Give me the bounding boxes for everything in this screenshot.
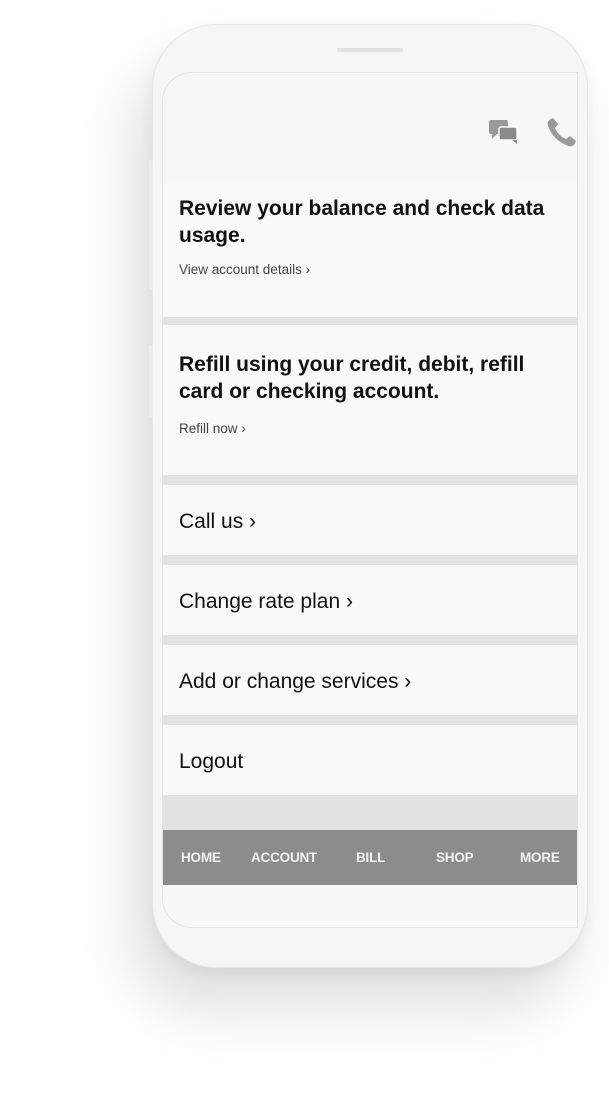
bottom-tab-bar: HOME ACCOUNT BILL SHOP MORE: [163, 830, 577, 885]
balance-card-title: Review your balance and check data usage…: [179, 197, 545, 247]
divider: [163, 635, 577, 645]
change-rate-plan-label: Change rate plan ›: [179, 590, 353, 613]
change-rate-plan-row[interactable]: Change rate plan ›: [163, 565, 577, 635]
power-button: [149, 345, 153, 417]
tab-account[interactable]: ACCOUNT: [251, 850, 317, 865]
phone-icon[interactable]: [544, 117, 577, 154]
app-header: [163, 73, 577, 183]
app-screen: Review your balance and check data usage…: [162, 72, 578, 928]
logout-label: Logout: [179, 750, 244, 773]
logout-row[interactable]: Logout: [163, 725, 577, 795]
balance-card[interactable]: Review your balance and check data usage…: [163, 183, 577, 317]
footer-spacer: [163, 795, 577, 830]
tab-shop[interactable]: SHOP: [436, 850, 474, 865]
refill-card[interactable]: Refill using your credit, debit, refill …: [163, 325, 577, 475]
tab-more[interactable]: MORE: [520, 850, 560, 865]
refill-card-title: Refill using your credit, debit, refill …: [179, 353, 525, 403]
volume-button: [149, 160, 153, 290]
divider: [163, 555, 577, 565]
view-account-details-link[interactable]: View account details ›: [179, 262, 310, 277]
call-us-row[interactable]: Call us ›: [163, 485, 577, 555]
call-us-label: Call us ›: [179, 510, 257, 533]
tab-home[interactable]: HOME: [181, 850, 221, 865]
screen-bottom: [163, 885, 577, 927]
add-change-services-label: Add or change services ›: [179, 670, 412, 693]
add-change-services-row[interactable]: Add or change services ›: [163, 645, 577, 715]
divider: [163, 475, 577, 485]
divider: [163, 715, 577, 725]
tab-bill[interactable]: BILL: [356, 850, 385, 865]
refill-now-link[interactable]: Refill now ›: [179, 421, 246, 436]
chat-icon[interactable]: [488, 117, 520, 152]
divider: [163, 317, 577, 325]
speaker-grille: [337, 48, 403, 52]
